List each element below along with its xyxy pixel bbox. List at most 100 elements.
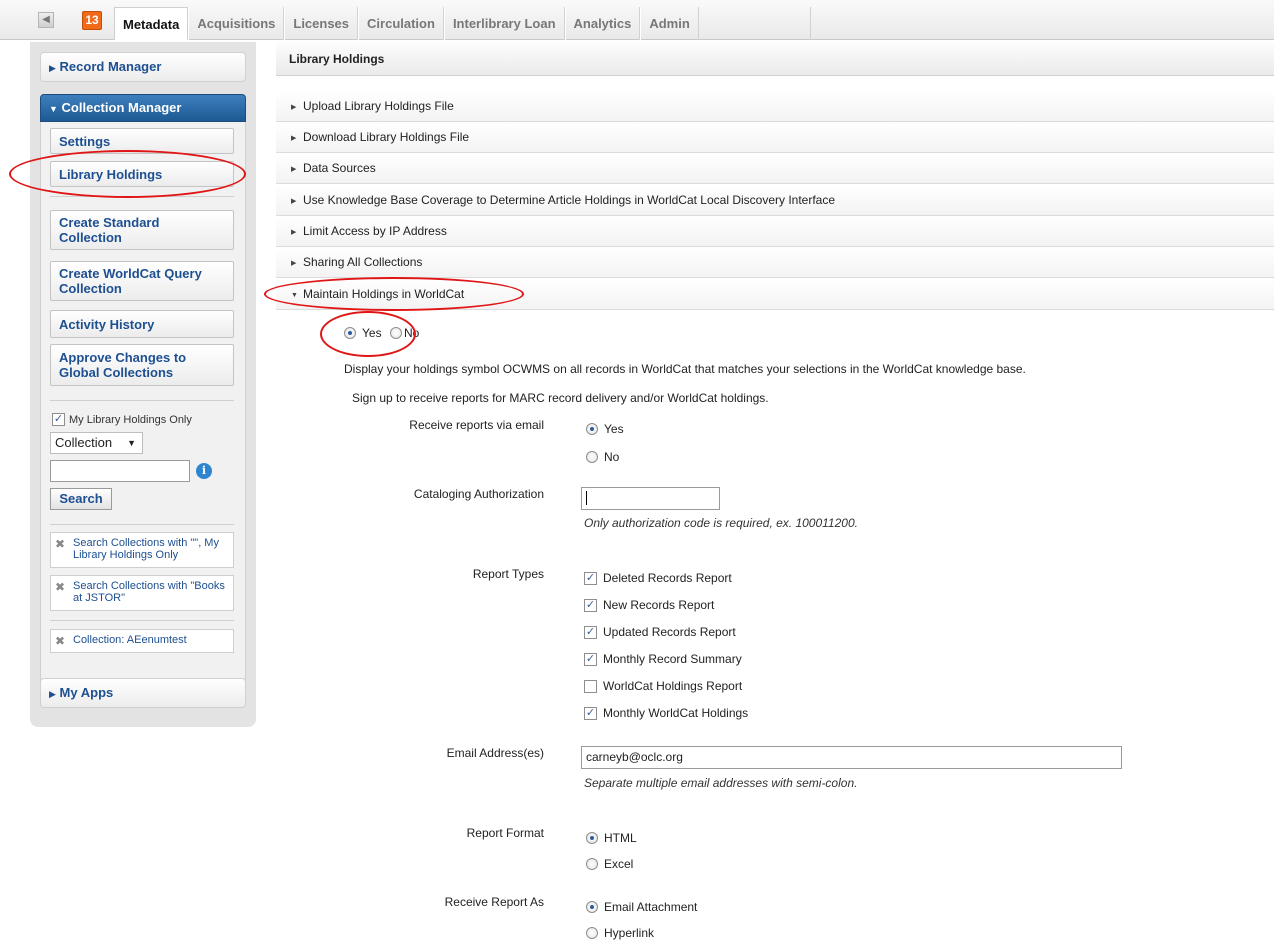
tab-bar-filler xyxy=(810,7,1274,40)
section-data-sources[interactable]: ▶ Data Sources xyxy=(276,153,1274,184)
cataloging-authorization-input[interactable] xyxy=(581,487,720,510)
section-upload-holdings[interactable]: ▶ Upload Library Holdings File xyxy=(276,91,1274,122)
section-label: Maintain Holdings in WorldCat xyxy=(303,287,465,301)
section-label: Sharing All Collections xyxy=(303,255,423,269)
cataloging-label: Cataloging Authorization xyxy=(413,487,544,501)
triangle-down-icon: ▼ xyxy=(49,104,58,114)
top-navigation: ◀ 13 Metadata Acquisitions Licenses Circ… xyxy=(0,0,1274,40)
receive-as-label: Receive Report As xyxy=(444,895,544,909)
radio-unselected-icon xyxy=(586,927,598,939)
divider xyxy=(50,524,234,525)
report-monthly-summary-checkbox[interactable]: ✓ Monthly Record Summary xyxy=(584,652,742,666)
checkmark-icon: ✓ xyxy=(584,598,597,612)
radio-label: Hyperlink xyxy=(604,926,655,940)
triangle-right-icon: ▶ xyxy=(291,166,297,173)
tab-admin[interactable]: Admin xyxy=(640,7,699,40)
email-note: Separate multiple email addresses with s… xyxy=(584,776,858,790)
close-icon[interactable]: ✖ xyxy=(55,580,73,606)
maintain-yes-radio[interactable]: Yes xyxy=(344,326,382,340)
report-deleted-checkbox[interactable]: ✓ Deleted Records Report xyxy=(584,571,732,585)
radio-label: Yes xyxy=(604,422,624,436)
report-updated-checkbox[interactable]: ✓ Updated Records Report xyxy=(584,625,736,639)
triangle-right-icon: ▶ xyxy=(291,104,297,111)
collapse-left-icon[interactable]: ◀ xyxy=(38,12,54,28)
search-history-item[interactable]: ✖ Collection: AEenumtest xyxy=(50,629,234,653)
button-label: Create Standard Collection xyxy=(59,215,160,245)
sidebar-item-label: Collection Manager xyxy=(61,100,182,115)
tab-acquisitions[interactable]: Acquisitions xyxy=(188,7,285,40)
triangle-right-icon: ▶ xyxy=(49,689,56,699)
search-button[interactable]: Search xyxy=(50,488,112,510)
divider xyxy=(50,620,234,621)
receive-as-hyperlink-radio[interactable]: Hyperlink xyxy=(586,926,654,940)
info-icon[interactable]: i xyxy=(196,463,212,479)
select-value: Collection xyxy=(55,435,113,450)
triangle-right-icon: ▶ xyxy=(291,229,297,236)
search-history-item[interactable]: ✖ Search Collections with "Books at JSTO… xyxy=(50,575,234,611)
app-tabs: Metadata Acquisitions Licenses Circulati… xyxy=(114,7,699,40)
sidebar-item-my-apps[interactable]: ▶ My Apps xyxy=(40,678,246,708)
sidebar: ▶ Record Manager ▼ Collection Manager Se… xyxy=(30,42,256,727)
page-title: Library Holdings xyxy=(276,42,1274,76)
checkbox-label: New Records Report xyxy=(603,598,715,612)
tab-licenses[interactable]: Licenses xyxy=(284,7,359,40)
create-worldcat-query-collection-button[interactable]: Create WorldCat Query Collection xyxy=(50,261,234,301)
divider xyxy=(50,196,234,197)
library-holdings-button[interactable]: Library Holdings xyxy=(50,161,234,187)
triangle-right-icon: ▶ xyxy=(291,198,297,205)
my-holdings-only-checkbox[interactable]: ✓ My Library Holdings Only xyxy=(52,413,192,426)
checkbox-empty-icon xyxy=(584,679,597,693)
text-cursor xyxy=(586,491,587,505)
radio-selected-icon xyxy=(586,832,598,844)
report-worldcat-holdings-checkbox[interactable]: WorldCat Holdings Report xyxy=(584,679,742,693)
search-scope-select[interactable]: Collection ▼ xyxy=(50,432,143,454)
checkbox-label: Updated Records Report xyxy=(603,625,736,639)
checkbox-label: WorldCat Holdings Report xyxy=(603,679,743,693)
search-input[interactable] xyxy=(50,460,190,482)
checkbox-label: Monthly Record Summary xyxy=(603,652,742,666)
receive-as-attachment-radio[interactable]: Email Attachment xyxy=(586,900,697,914)
section-download-holdings[interactable]: ▶ Download Library Holdings File xyxy=(276,122,1274,153)
section-sharing-collections[interactable]: ▶ Sharing All Collections xyxy=(276,247,1274,278)
create-standard-collection-button[interactable]: Create Standard Collection xyxy=(50,210,234,250)
receive-email-yes-radio[interactable]: Yes xyxy=(586,422,624,436)
sidebar-item-record-manager[interactable]: ▶ Record Manager xyxy=(40,52,246,82)
sidebar-item-collection-manager[interactable]: ▼ Collection Manager xyxy=(40,94,246,122)
checkmark-icon: ✓ xyxy=(52,413,65,426)
notification-badge[interactable]: 13 xyxy=(82,11,102,30)
report-monthly-worldcat-checkbox[interactable]: ✓ Monthly WorldCat Holdings xyxy=(584,706,748,720)
format-excel-radio[interactable]: Excel xyxy=(586,857,633,871)
checkmark-icon: ✓ xyxy=(584,652,597,666)
report-types-label: Report Types xyxy=(472,567,544,581)
section-maintain-holdings[interactable]: ▼ Maintain Holdings in WorldCat xyxy=(276,279,1274,310)
approve-changes-button[interactable]: Approve Changes to Global Collections xyxy=(50,344,234,386)
format-html-radio[interactable]: HTML xyxy=(586,831,637,845)
section-label: Download Library Holdings File xyxy=(303,130,470,144)
tab-interlibrary-loan[interactable]: Interlibrary Loan xyxy=(443,7,565,40)
section-limit-ip[interactable]: ▶ Limit Access by IP Address xyxy=(276,216,1274,247)
tab-circulation[interactable]: Circulation xyxy=(358,7,444,40)
checkbox-label: Deleted Records Report xyxy=(603,571,732,585)
radio-label: No xyxy=(404,326,420,340)
search-history-item[interactable]: ✖ Search Collections with "", My Library… xyxy=(50,532,234,568)
tab-metadata[interactable]: Metadata xyxy=(114,7,189,40)
divider xyxy=(50,400,234,401)
radio-selected-icon xyxy=(344,327,356,339)
receive-email-no-radio[interactable]: No xyxy=(586,450,619,464)
maintain-no-radio[interactable]: No xyxy=(390,326,419,340)
radio-label: No xyxy=(604,450,620,464)
button-label: Approve Changes to Global Collections xyxy=(59,350,187,380)
close-icon[interactable]: ✖ xyxy=(55,537,73,563)
activity-history-button[interactable]: Activity History xyxy=(50,310,234,338)
checkmark-icon: ✓ xyxy=(584,571,597,585)
settings-button[interactable]: Settings xyxy=(50,128,234,154)
email-field[interactable]: carneyb@oclc.org xyxy=(581,746,1122,769)
report-new-checkbox[interactable]: ✓ New Records Report xyxy=(584,598,714,612)
radio-unselected-icon xyxy=(390,327,402,339)
section-knowledge-base-coverage[interactable]: ▶ Use Knowledge Base Coverage to Determin… xyxy=(276,185,1274,216)
close-icon[interactable]: ✖ xyxy=(55,634,73,648)
search-history-label: Search Collections with "Books at JSTOR" xyxy=(73,580,225,604)
tab-analytics[interactable]: Analytics xyxy=(564,7,641,40)
radio-unselected-icon xyxy=(586,451,598,463)
triangle-right-icon: ▶ xyxy=(291,135,297,142)
